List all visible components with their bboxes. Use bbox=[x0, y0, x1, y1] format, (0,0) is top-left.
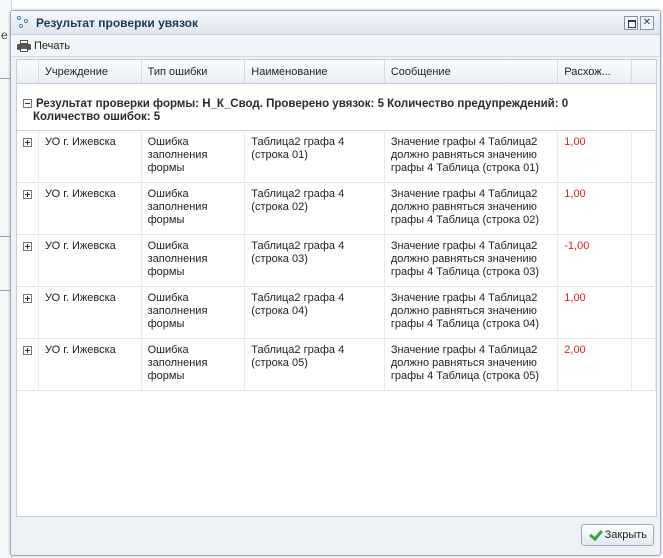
cell-name: Таблица2 графа 4 (строка 01) bbox=[245, 132, 385, 182]
column-header-spacer bbox=[632, 60, 656, 83]
cell-spacer bbox=[632, 236, 656, 286]
printer-icon bbox=[17, 39, 31, 52]
dialog-titlebar[interactable]: Результат проверки увязок ✕ bbox=[11, 11, 660, 35]
cell-message: Значение графы 4 Таблица2 должно равнять… bbox=[385, 288, 559, 338]
dialog-toolbar: Печать bbox=[11, 35, 660, 57]
cell-message: Значение графы 4 Таблица2 должно равнять… bbox=[385, 132, 559, 182]
cell-message: Значение графы 4 Таблица2 должно равнять… bbox=[385, 236, 559, 286]
table-row[interactable]: УО г. Ижевска Ошибка заполнения формы Та… bbox=[17, 236, 656, 287]
expand-row-icon[interactable] bbox=[23, 346, 32, 355]
grid-header: Учреждение Тип ошибки Наименование Сообщ… bbox=[17, 60, 656, 84]
cell-discrepancy: 1,00 bbox=[558, 132, 633, 182]
results-grid: Учреждение Тип ошибки Наименование Сообщ… bbox=[16, 59, 657, 517]
cell-error-type: Ошибка заполнения формы bbox=[142, 132, 246, 182]
group-header-row[interactable]: Результат проверки формы: Н_К_Свод. Пров… bbox=[17, 84, 656, 131]
checkmark-icon bbox=[588, 529, 602, 541]
column-header-name[interactable]: Наименование bbox=[245, 60, 385, 83]
column-header-message[interactable]: Сообщение bbox=[385, 60, 559, 83]
cell-discrepancy: 2,00 bbox=[558, 340, 633, 390]
expand-row-icon[interactable] bbox=[23, 242, 32, 251]
group-summary-line2: Количество ошибок: 5 bbox=[33, 111, 161, 123]
cell-name: Таблица2 графа 4 (строка 04) bbox=[245, 288, 385, 338]
cell-message: Значение графы 4 Таблица2 должно равнять… bbox=[385, 184, 559, 234]
table-row[interactable]: УО г. Ижевска Ошибка заполнения формы Та… bbox=[17, 288, 656, 339]
row-expander-cell[interactable] bbox=[17, 132, 39, 182]
cell-institution: УО г. Ижевска bbox=[39, 236, 142, 286]
column-header-discrepancy[interactable]: Расхож... bbox=[558, 60, 633, 83]
row-expander-cell[interactable] bbox=[17, 288, 39, 338]
cell-name: Таблица2 графа 4 (строка 05) bbox=[245, 340, 385, 390]
column-header-error-type[interactable]: Тип ошибки bbox=[142, 60, 246, 83]
print-button[interactable]: Печать bbox=[17, 39, 71, 52]
cell-discrepancy: -1,00 bbox=[558, 236, 633, 286]
dialog-footer: Закрыть bbox=[11, 515, 660, 555]
expand-row-icon[interactable] bbox=[23, 138, 32, 147]
cell-spacer bbox=[632, 132, 656, 182]
close-button[interactable]: Закрыть bbox=[580, 524, 654, 546]
table-row[interactable]: УО г. Ижевска Ошибка заполнения формы Та… bbox=[17, 132, 656, 183]
cell-message: Значение графы 4 Таблица2 должно равнять… bbox=[385, 340, 559, 390]
cell-discrepancy: 1,00 bbox=[558, 184, 633, 234]
cell-error-type: Ошибка заполнения формы bbox=[142, 184, 246, 234]
link-check-icon bbox=[17, 15, 31, 30]
expand-row-icon[interactable] bbox=[23, 294, 32, 303]
row-expander-cell[interactable] bbox=[17, 184, 39, 234]
cell-institution: УО г. Ижевска bbox=[39, 288, 142, 338]
row-expander-cell[interactable] bbox=[17, 340, 39, 390]
cell-spacer bbox=[632, 340, 656, 390]
cell-name: Таблица2 графа 4 (строка 03) bbox=[245, 236, 385, 286]
restore-button[interactable] bbox=[624, 15, 638, 30]
collapse-group-icon[interactable] bbox=[23, 99, 32, 108]
group-summary-line1: Результат проверки формы: Н_К_Свод. Пров… bbox=[36, 98, 569, 110]
close-window-button[interactable]: ✕ bbox=[640, 15, 654, 30]
cell-name: Таблица2 графа 4 (строка 02) bbox=[245, 184, 385, 234]
cell-error-type: Ошибка заполнения формы bbox=[142, 288, 246, 338]
cell-spacer bbox=[632, 184, 656, 234]
row-expander-cell[interactable] bbox=[17, 236, 39, 286]
column-header-expander bbox=[17, 60, 39, 83]
cell-discrepancy: 1,00 bbox=[558, 288, 633, 338]
cell-spacer bbox=[632, 288, 656, 338]
print-button-label: Печать bbox=[34, 39, 71, 52]
cell-institution: УО г. Ижевска bbox=[39, 184, 142, 234]
table-row[interactable]: УО г. Ижевска Ошибка заполнения формы Та… bbox=[17, 340, 656, 391]
column-header-institution[interactable]: Учреждение bbox=[39, 60, 142, 83]
cell-institution: УО г. Ижевска bbox=[39, 340, 142, 390]
cell-institution: УО г. Ижевска bbox=[39, 132, 142, 182]
close-button-label: Закрыть bbox=[604, 529, 647, 541]
cell-error-type: Ошибка заполнения формы bbox=[142, 236, 246, 286]
expand-row-icon[interactable] bbox=[23, 190, 32, 199]
background-text-fragment: e bbox=[1, 28, 8, 42]
dialog-title: Результат проверки увязок bbox=[36, 15, 199, 30]
cell-error-type: Ошибка заполнения формы bbox=[142, 340, 246, 390]
table-row[interactable]: УО г. Ижевска Ошибка заполнения формы Та… bbox=[17, 184, 656, 235]
check-results-dialog: Результат проверки увязок ✕ Печать Учреж… bbox=[10, 10, 661, 556]
